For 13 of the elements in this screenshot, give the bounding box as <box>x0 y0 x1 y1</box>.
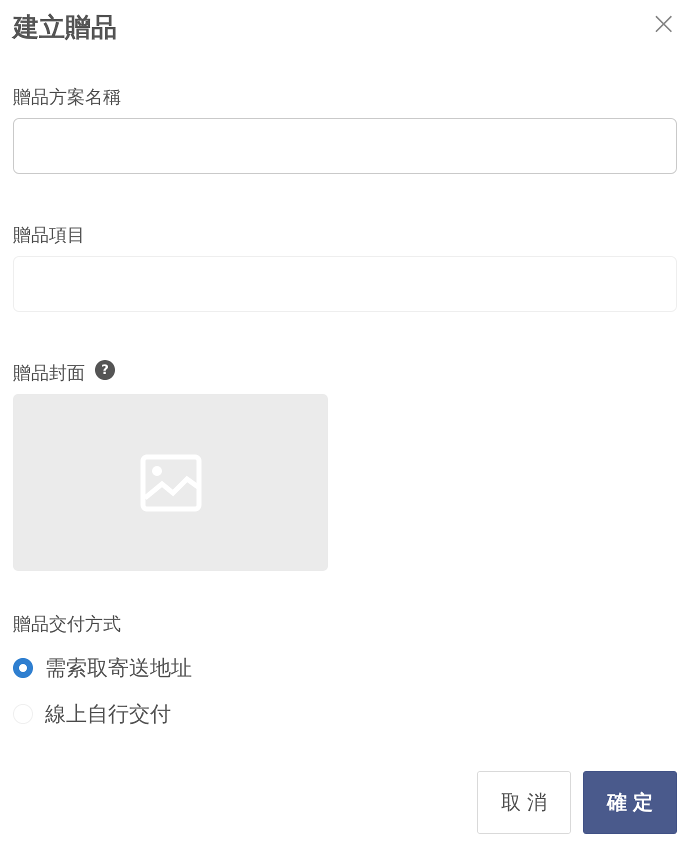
help-icon[interactable]: ? <box>95 360 115 380</box>
confirm-button[interactable]: 確定 <box>583 771 677 834</box>
dialog-title: 建立贈品 <box>13 12 117 44</box>
radio-label[interactable]: 需索取寄送地址 <box>45 654 192 682</box>
cancel-button[interactable]: 取消 <box>477 771 571 834</box>
input-field[interactable] <box>13 118 677 174</box>
field-label: 贈品交付方式 <box>13 613 122 637</box>
field-label: 贈品項目 <box>13 224 86 248</box>
field-label: 贈品封面 <box>13 362 85 386</box>
close-button[interactable]: × <box>650 10 677 36</box>
radio-button[interactable] <box>13 658 33 678</box>
field-label: 贈品方案名稱 <box>13 86 122 110</box>
radio-label[interactable]: 線上自行交付 <box>45 700 171 728</box>
